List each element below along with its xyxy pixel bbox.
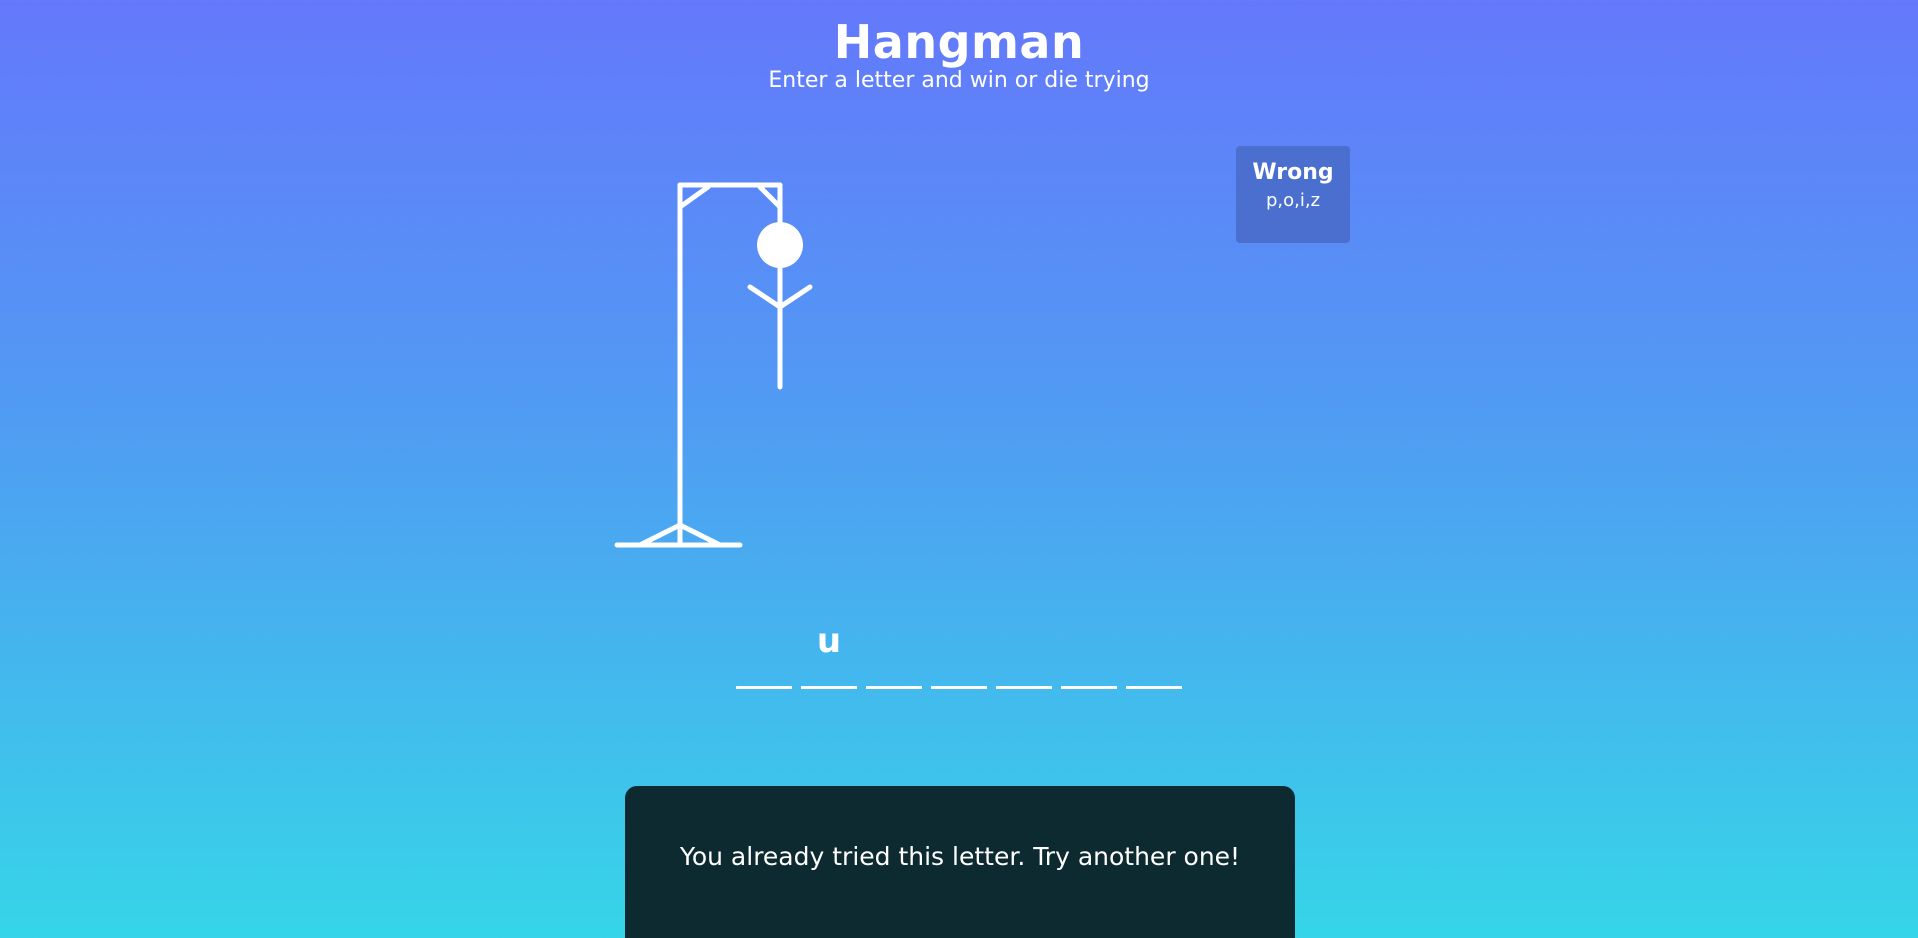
letter-slot	[996, 616, 1052, 692]
letter-slot: u	[801, 616, 857, 692]
letter-slot	[866, 616, 922, 692]
game-subtitle: Enter a letter and win or die trying	[768, 68, 1150, 93]
gallows-brace-left	[677, 184, 711, 210]
wrong-letters-title: Wrong	[1252, 160, 1334, 185]
letter: u	[816, 621, 842, 661]
letter-underline	[1061, 686, 1117, 689]
figure-right-arm	[777, 284, 813, 310]
wrong-letters-panel: Wrong p,o,i,z	[1236, 146, 1350, 243]
letter-underline	[801, 686, 857, 689]
notification-message: You already tried this letter. Try anoth…	[679, 842, 1241, 871]
letter-slot	[1126, 616, 1182, 692]
notification-popup: You already tried this letter. Try anoth…	[625, 786, 1295, 938]
figure-left-arm	[747, 284, 783, 310]
letter-underline	[996, 686, 1052, 689]
letter-slot	[736, 616, 792, 692]
letter-underline	[736, 686, 792, 689]
letter-slot	[1061, 616, 1117, 692]
gallows-base-right-brace	[677, 522, 723, 548]
wrong-letters-list: p,o,i,z	[1265, 190, 1321, 211]
letter-underline	[866, 686, 922, 689]
gallows-brace-right	[757, 184, 783, 210]
figure-head	[757, 222, 803, 268]
hangman-figure	[614, 182, 813, 548]
gallows-base-left-brace	[637, 522, 683, 548]
letter-slot	[931, 616, 987, 692]
letter-underline	[1126, 686, 1182, 689]
game-title: Hangman	[833, 15, 1085, 69]
letter-underline	[931, 686, 987, 689]
